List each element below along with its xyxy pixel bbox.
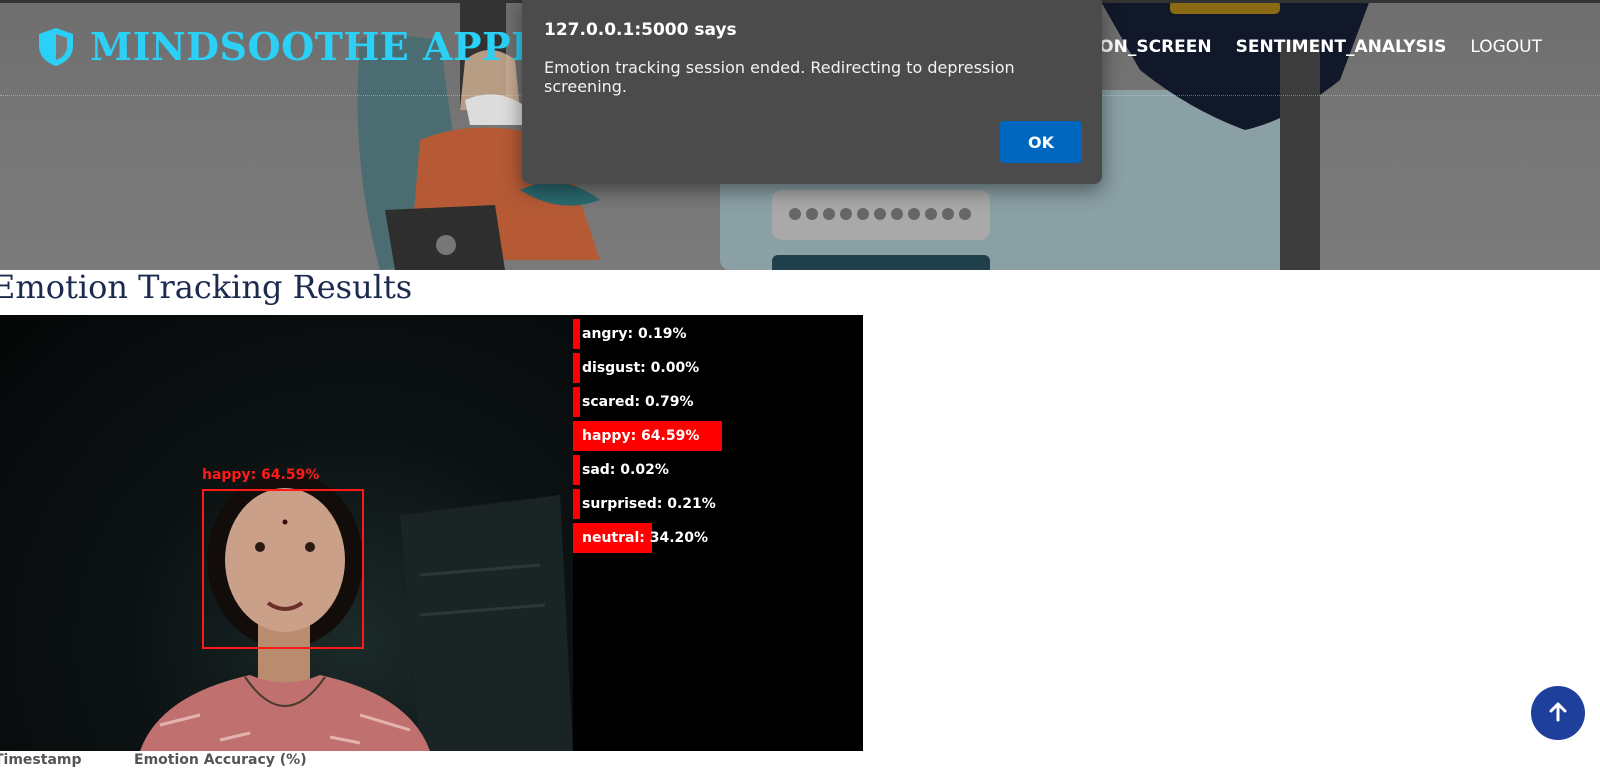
emotion-bar xyxy=(573,455,580,485)
emotion-bar-label: scared: 0.79% xyxy=(582,394,694,410)
emotion-bar xyxy=(573,387,580,417)
emotion-bar-label: disgust: 0.00% xyxy=(582,360,700,376)
emotion-bar-label: angry: 0.19% xyxy=(582,326,687,342)
emotion-bar-row: happy: 64.59% xyxy=(573,421,863,455)
emotion-bar-row: sad: 0.02% xyxy=(573,455,863,489)
emotion-tracking-frame: happy: 64.59% angry: 0.19% disgust: 0.00%… xyxy=(0,315,863,751)
emotion-bar-row: surprised: 0.21% xyxy=(573,489,863,523)
scroll-to-top-button[interactable] xyxy=(1531,686,1585,740)
nav-sentiment-analysis[interactable]: SENTIMENT_ANALYSIS xyxy=(1236,37,1447,57)
shield-icon xyxy=(36,26,76,68)
emotion-bar-row: angry: 0.19% xyxy=(573,319,863,353)
emotion-probability-bars: angry: 0.19% disgust: 0.00% scared: 0.79% h… xyxy=(573,319,863,557)
emotion-bar-row: neutral: 34.20% xyxy=(573,523,863,557)
emotion-bar-label: surprised: 0.21% xyxy=(582,496,716,512)
emotion-bar-label: neutral: 34.20% xyxy=(582,530,709,546)
emotion-bar-label: sad: 0.02% xyxy=(582,462,669,478)
emotion-bar-row: scared: 0.79% xyxy=(573,387,863,421)
nav-logout[interactable]: LOGOUT xyxy=(1470,37,1542,57)
page-title: Emotion Tracking Results xyxy=(0,268,413,306)
dialog-message: Emotion tracking session ended. Redirect… xyxy=(544,58,1015,96)
emotion-bar-row: disgust: 0.00% xyxy=(573,353,863,387)
webcam-photo: happy: 64.59% xyxy=(0,315,573,751)
ok-button[interactable]: OK xyxy=(1000,121,1082,163)
emotion-bar xyxy=(573,353,580,383)
emotion-bar xyxy=(573,319,580,349)
dialog-title: 127.0.0.1:5000 says xyxy=(544,20,737,40)
emotion-bar-label: happy: 64.59% xyxy=(582,428,700,444)
emotion-bar xyxy=(573,489,580,519)
face-emotion-label: happy: 64.59% xyxy=(202,467,320,483)
face-bounding-box xyxy=(202,489,364,649)
arrow-up-icon xyxy=(1549,702,1567,725)
alert-dialog: 127.0.0.1:5000 says Emotion tracking ses… xyxy=(522,0,1102,184)
